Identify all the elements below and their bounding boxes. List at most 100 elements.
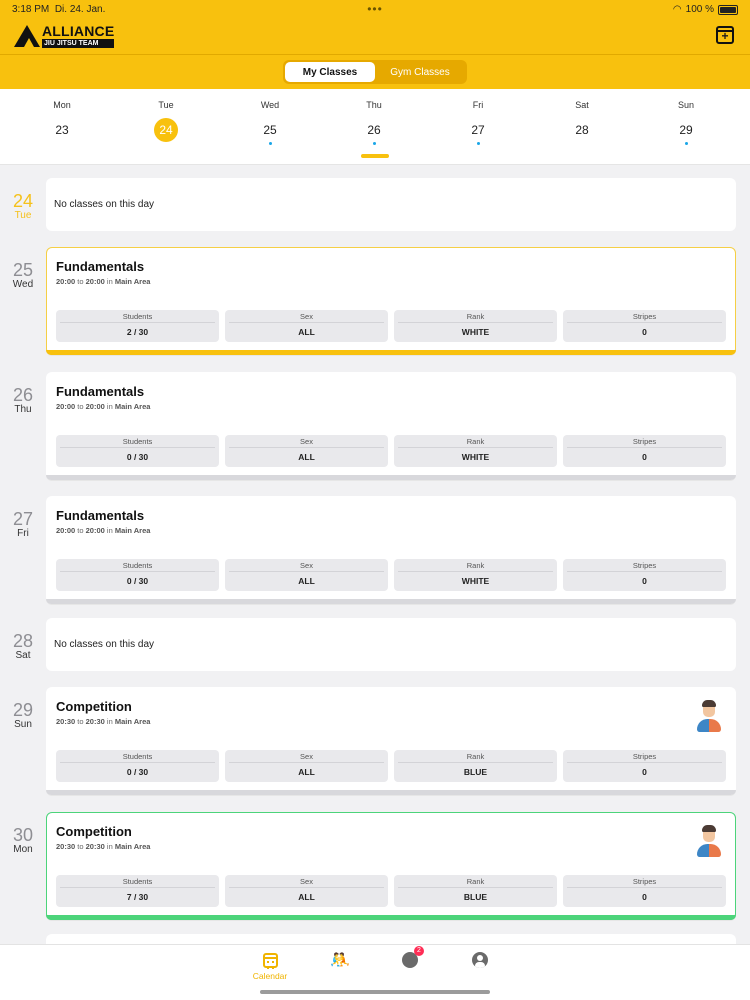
class-time: 20:30 to 20:30 in Main Area xyxy=(56,842,726,851)
class-name: Competition xyxy=(56,824,132,839)
avatar-body xyxy=(697,844,721,857)
calendar-icon xyxy=(262,952,278,969)
class-name: Competition xyxy=(56,699,132,714)
notification-badge: 2 xyxy=(414,946,424,956)
week-day-sat[interactable]: Sat 28 xyxy=(530,89,634,165)
stat-sex: Sex ALL xyxy=(225,310,388,342)
time-in-word: in xyxy=(106,842,113,851)
stat-rank: Rank BLUE xyxy=(394,875,557,907)
stat-value: BLUE xyxy=(463,767,488,777)
tab-profile[interactable] xyxy=(458,951,502,969)
stat-label: Rank xyxy=(398,435,553,448)
class-area: Main Area xyxy=(114,402,151,411)
tab-notifications[interactable]: 2 xyxy=(388,946,432,969)
week-strip: Mon 23 Tue 24 Wed 25 Thu 26 Fri 27 Sat 28 Sun 29 xyxy=(0,89,750,165)
class-stats: Students 0 / 30 Sex ALL Rank WHITE Stripes 0 xyxy=(56,435,726,467)
stat-students: Students 2 / 30 xyxy=(56,310,219,342)
status-right: ◠ 100 % xyxy=(673,4,738,15)
top-header: 3:18 PM Di. 24. Jan. ••• ◠ 100 % ALLIANC… xyxy=(0,0,750,89)
week-day-wed[interactable]: Wed 25 xyxy=(218,89,322,165)
sparring-icon: 🤼 xyxy=(330,952,350,969)
brand-subtitle: JIU JITSU TEAM xyxy=(42,39,115,48)
multitask-dots-icon[interactable]: ••• xyxy=(367,2,383,16)
class-card[interactable]: Competition 20:30 to 20:30 in Main Area St… xyxy=(46,687,736,795)
stat-label: Sex xyxy=(229,310,384,323)
add-calendar-button[interactable]: + xyxy=(716,26,734,44)
week-day-sun[interactable]: Sun 29 xyxy=(634,89,738,165)
week-day-name: Fri xyxy=(472,100,484,110)
stat-value: ALL xyxy=(298,452,315,462)
event-dot-icon xyxy=(268,142,272,145)
class-start: 20:30 xyxy=(56,717,76,726)
brand-name: ALLIANCE xyxy=(42,23,115,39)
day-weekday: Wed xyxy=(12,279,34,290)
stat-value: 0 / 30 xyxy=(126,576,149,586)
status-time: 3:18 PM xyxy=(12,4,50,15)
stat-value: ALL xyxy=(298,576,315,586)
day-label: 26 Thu xyxy=(0,386,46,415)
stat-value: ALL xyxy=(298,327,315,337)
segment-my-classes[interactable]: My Classes xyxy=(285,62,375,82)
class-area: Main Area xyxy=(114,842,151,851)
day-weekday: Sun xyxy=(14,719,32,730)
segment-gym-classes[interactable]: Gym Classes xyxy=(375,62,465,82)
class-name: Fundamentals xyxy=(56,259,145,274)
time-to-word: to xyxy=(77,402,84,411)
class-area: Main Area xyxy=(114,277,151,286)
week-day-number: 27 xyxy=(471,123,485,137)
stat-label: Students xyxy=(60,875,215,888)
week-day-tue[interactable]: Tue 24 xyxy=(114,89,218,165)
empty-day-card: No classes on this day xyxy=(46,178,736,231)
time-to-word: to xyxy=(77,717,84,726)
status-date: Di. 24. Jan. xyxy=(54,4,106,15)
week-day-mon[interactable]: Mon 23 xyxy=(10,89,114,165)
class-card[interactable]: Fundamentals 20:00 to 20:00 in Main Area S… xyxy=(46,496,736,604)
stat-rank: Rank BLUE xyxy=(394,750,557,782)
class-card[interactable]: Fundamentals 20:00 to 20:00 in Main Area S… xyxy=(46,247,736,355)
class-start: 20:00 xyxy=(56,277,76,286)
tab-sparring[interactable]: 🤼 xyxy=(318,951,362,969)
event-dot-icon xyxy=(476,142,480,145)
stat-value: BLUE xyxy=(463,892,488,902)
day-number: 24 xyxy=(12,191,34,211)
next-card-peek xyxy=(46,934,736,944)
week-day-name: Sat xyxy=(575,100,589,110)
alliance-logo-icon xyxy=(14,25,40,47)
stat-students: Students 0 / 30 xyxy=(56,750,219,782)
stat-students: Students 0 / 30 xyxy=(56,435,219,467)
day-label: 30 Mon xyxy=(0,826,46,855)
stat-rank: Rank WHITE xyxy=(394,559,557,591)
week-day-name: Wed xyxy=(260,100,280,110)
week-day-number: 28 xyxy=(575,123,589,137)
stat-label: Rank xyxy=(398,750,553,763)
status-bar: 3:18 PM Di. 24. Jan. ••• ◠ 100 % xyxy=(12,2,738,16)
class-card-accent-bar xyxy=(46,915,736,920)
stat-label: Rank xyxy=(398,875,553,888)
day-number: 28 xyxy=(12,631,34,651)
class-time: 20:30 to 20:30 in Main Area xyxy=(56,717,726,726)
class-stats: Students 7 / 30 Sex ALL Rank BLUE Stripes 0 xyxy=(56,875,726,907)
class-card[interactable]: Competition 20:30 to 20:30 in Main Area St… xyxy=(46,812,736,920)
stat-value: 0 xyxy=(642,327,647,337)
day-number: 27 xyxy=(12,509,34,529)
profile-icon xyxy=(472,952,488,968)
day-label: 24 Tue xyxy=(0,192,46,221)
class-card-accent-bar xyxy=(46,475,736,480)
day-weekday: Tue xyxy=(14,210,32,221)
stat-value: 0 xyxy=(642,576,647,586)
empty-day-card: No classes on this day xyxy=(46,618,736,671)
home-indicator xyxy=(260,990,490,994)
battery-icon xyxy=(718,4,738,15)
class-area: Main Area xyxy=(114,526,151,535)
tab-calendar[interactable]: Calendar xyxy=(248,951,292,981)
class-card[interactable]: Fundamentals 20:00 to 20:00 in Main Area S… xyxy=(46,372,736,480)
week-day-fri[interactable]: Fri 27 xyxy=(426,89,530,165)
day-label: 25 Wed xyxy=(0,261,46,290)
stat-label: Sex xyxy=(229,750,384,763)
stat-sex: Sex ALL xyxy=(225,750,388,782)
instructor-avatar[interactable] xyxy=(695,700,723,732)
stat-label: Students xyxy=(60,310,215,323)
stat-value: ALL xyxy=(298,767,315,777)
class-name: Fundamentals xyxy=(56,384,145,399)
instructor-avatar[interactable] xyxy=(695,825,723,857)
